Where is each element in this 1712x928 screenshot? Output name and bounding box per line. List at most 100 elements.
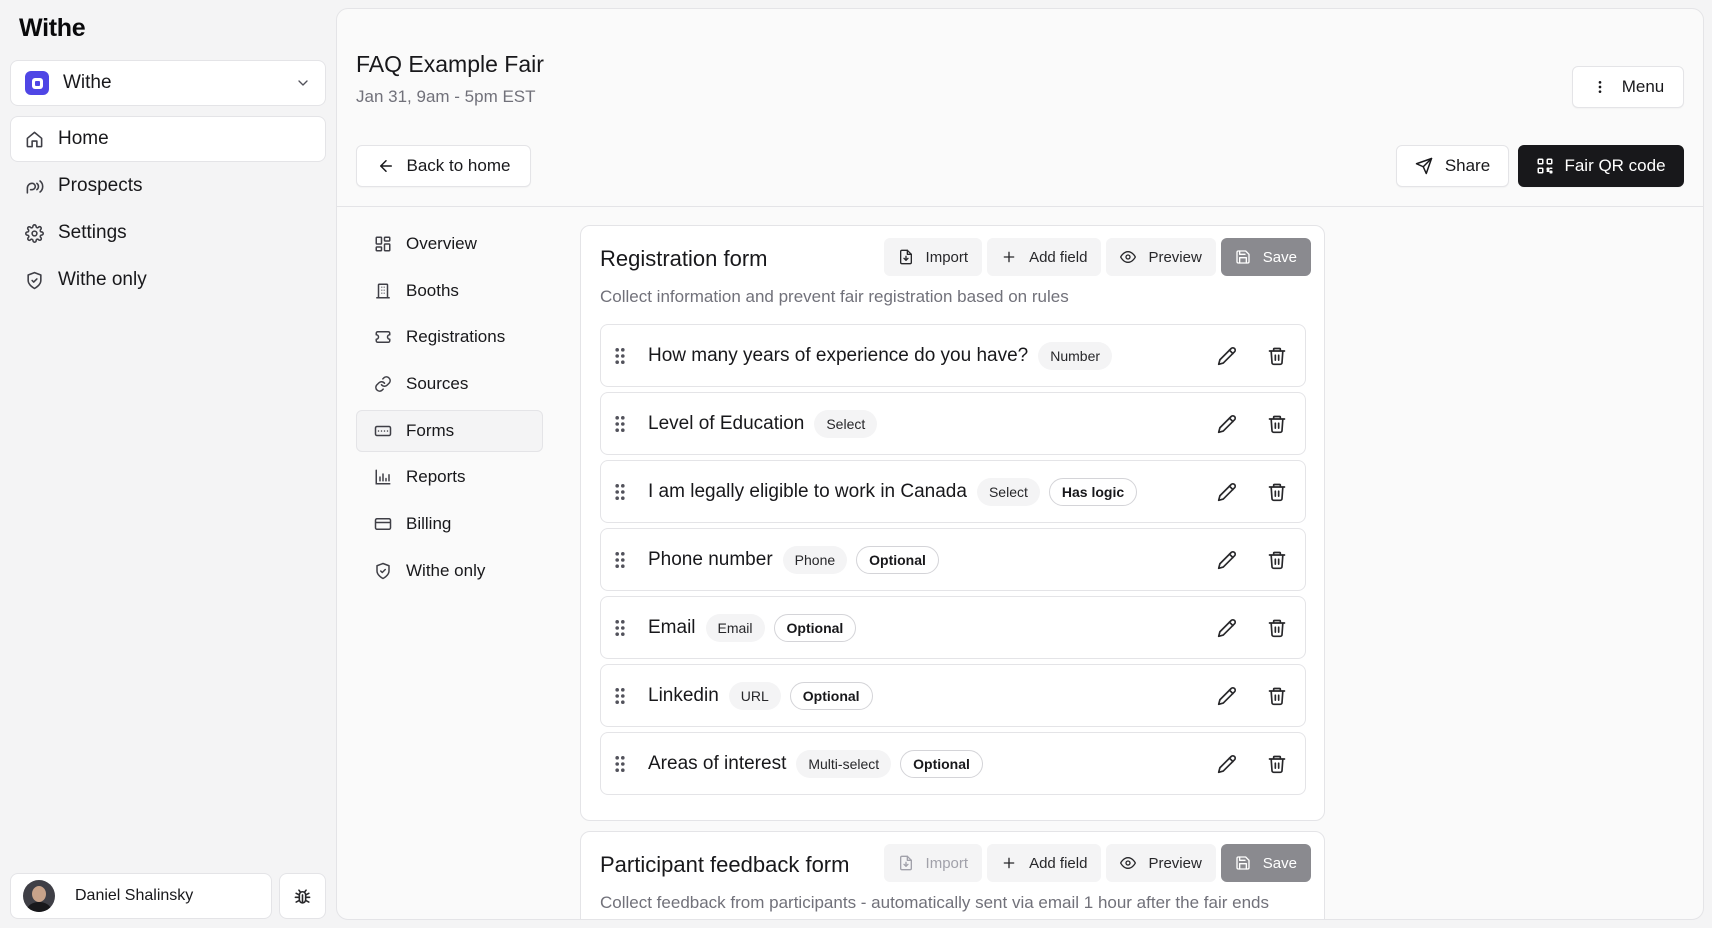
nav-item-label: Home [58,128,109,149]
save-icon [1235,855,1251,871]
edit-pencil-icon[interactable] [1217,550,1237,570]
tab-label: Withe only [406,560,486,580]
form-field-row[interactable]: I am legally eligible to work in Canada … [600,460,1306,523]
field-label: Phone number [648,548,773,570]
trash-icon[interactable] [1267,482,1287,502]
back-to-home-button[interactable]: Back to home [356,145,531,187]
form-field-row[interactable]: Phone number Phone Optional [600,528,1306,591]
tab-reports[interactable]: Reports [356,456,543,498]
preview-button[interactable]: Preview [1106,844,1216,882]
trash-icon[interactable] [1267,686,1287,706]
trash-icon[interactable] [1267,414,1287,434]
form-title: Registration form [600,246,768,271]
preview-label: Preview [1148,854,1202,872]
trash-icon[interactable] [1267,754,1287,774]
form-field-row[interactable]: Level of Education Select [600,392,1306,455]
share-button[interactable]: Share [1396,145,1509,187]
save-button[interactable]: Save [1220,238,1311,276]
user-profile-button[interactable]: Daniel Shalinsky [10,873,272,919]
eye-icon [1120,855,1137,871]
trash-icon[interactable] [1267,618,1287,638]
edit-pencil-icon[interactable] [1217,618,1237,638]
form-field-row[interactable]: Email Email Optional [600,596,1306,659]
edit-pencil-icon[interactable] [1217,346,1237,366]
header-divider [337,206,1703,207]
nav-item-prospects[interactable]: Prospects [10,163,326,209]
plus-icon [1001,249,1017,265]
qr-button-label: Fair QR code [1564,156,1666,175]
edit-pencil-icon[interactable] [1217,482,1237,502]
tab-overview[interactable]: Overview [356,223,543,265]
drag-handle-icon[interactable] [613,483,627,501]
shield-icon [25,271,44,290]
add-field-button[interactable]: Add field [987,844,1102,882]
link-icon [374,375,392,393]
tab-booths[interactable]: Booths [356,270,543,312]
drag-handle-icon[interactable] [613,687,627,705]
file-import-icon [898,249,914,265]
drag-handle-icon[interactable] [613,415,627,433]
avatar [23,880,55,912]
trash-icon[interactable] [1267,346,1287,366]
bar-chart-icon [374,468,392,486]
edit-pencil-icon[interactable] [1217,754,1237,774]
preview-label: Preview [1148,248,1202,266]
form-actions: Import Add field Preview Save [883,844,1311,882]
nav-item-settings[interactable]: Settings [10,210,326,256]
tab-billing[interactable]: Billing [356,503,543,545]
form-field-row[interactable]: Linkedin URL Optional [600,664,1306,727]
form-field-row[interactable]: How many years of experience do you have… [600,324,1306,387]
feedback-form-card: Participant feedback form Import Add fie… [580,831,1325,919]
field-type-badge: Select [976,477,1040,506]
tab-label: Sources [406,374,469,394]
field-type-badge: Phone [782,545,848,574]
send-icon [1415,157,1433,175]
menu-button[interactable]: Menu [1572,66,1684,108]
drag-handle-icon[interactable] [613,755,627,773]
report-bug-button[interactable] [279,873,326,919]
trash-icon[interactable] [1267,550,1287,570]
edit-pencil-icon[interactable] [1217,686,1237,706]
field-label: Email [648,616,696,638]
edit-pencil-icon[interactable] [1217,414,1237,434]
home-icon [25,130,44,149]
field-list: How many years of experience do you have… [600,324,1306,800]
field-type-badge: Multi-select [796,749,892,778]
eye-icon [1120,249,1137,265]
app-nav: Home Prospects Settings Withe only [10,116,326,304]
field-label: How many years of experience do you have… [648,344,1029,366]
drag-handle-icon[interactable] [613,551,627,569]
save-button[interactable]: Save [1220,844,1311,882]
fair-qr-code-button[interactable]: Fair QR code [1518,145,1684,187]
workspace-name: Withe [63,72,112,93]
field-type-badge: Select [814,409,878,438]
tab-forms[interactable]: Forms [356,409,543,452]
bug-icon [293,887,312,906]
qr-code-icon [1536,157,1554,175]
tab-label: Billing [406,514,452,534]
preview-button[interactable]: Preview [1106,238,1216,276]
nav-item-home[interactable]: Home [10,116,326,162]
optional-badge: Optional [789,681,873,710]
drag-handle-icon[interactable] [613,619,627,637]
import-button[interactable]: Import [883,844,983,882]
add-field-button[interactable]: Add field [987,238,1102,276]
tab-sources[interactable]: Sources [356,363,543,405]
credit-card-icon [374,515,392,533]
tab-withe-only[interactable]: Withe only [356,550,543,592]
app-logo[interactable]: Withe [19,14,86,43]
import-button[interactable]: Import [883,238,983,276]
form-icon [374,422,392,440]
workspace-switcher[interactable]: Withe [10,60,326,106]
form-title: Participant feedback form [600,852,850,877]
nav-item-label: Prospects [58,175,143,196]
form-field-row[interactable]: Areas of interest Multi-select Optional [600,732,1306,795]
drag-handle-icon[interactable] [613,347,627,365]
optional-badge: Optional [856,545,939,574]
plus-icon [1001,855,1017,871]
tab-registrations[interactable]: Registrations [356,316,543,358]
optional-badge: Optional [900,749,983,778]
nav-item-withe-only[interactable]: Withe only [10,257,326,303]
form-description: Collect information and prevent fair reg… [600,287,1069,306]
save-label: Save [1262,854,1297,872]
